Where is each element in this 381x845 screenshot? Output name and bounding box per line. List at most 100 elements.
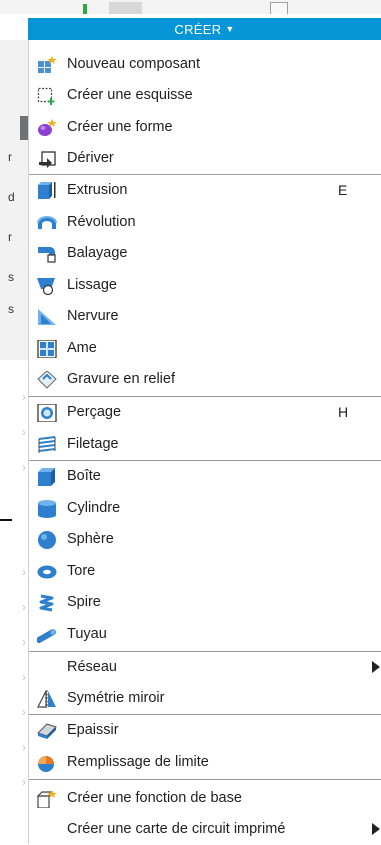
menu-item-label: Lissage (67, 277, 117, 293)
panel-text-fragment: s (8, 270, 14, 284)
menu-item-label: Créer une carte de circuit imprimé (67, 821, 286, 837)
menu-item-create-form[interactable]: Créer une forme (29, 112, 381, 143)
canvas-line-fragment (0, 519, 12, 521)
app-toolbar-fragment (0, 0, 381, 14)
derive-icon (37, 150, 57, 168)
menu-item-label: Créer une esquisse (67, 87, 193, 103)
menu-item-label: Révolution (67, 214, 136, 230)
menu-item-mirror[interactable]: Symétrie miroir (29, 683, 381, 714)
torus-icon (37, 563, 57, 581)
create-dropdown-menu: Nouveau composant Créer une esquisse Cré… (28, 40, 381, 844)
menu-item-revolve[interactable]: Révolution (29, 207, 381, 238)
box-icon (37, 468, 57, 486)
panel-tab-fragment (20, 116, 28, 140)
menu-item-label: Balayage (67, 245, 128, 261)
form-icon (37, 119, 57, 137)
menu-item-thicken[interactable]: Epaissir (29, 715, 381, 746)
menu-item-label: Nouveau composant (67, 56, 200, 72)
tree-chevron-icon: › (22, 425, 26, 439)
tree-chevron-icon: › (22, 705, 26, 719)
menu-item-create-sketch[interactable]: Créer une esquisse (29, 80, 381, 111)
menu-item-label: Tuyau (67, 626, 107, 642)
create-menu-header[interactable]: CRÉER ▼ (28, 18, 381, 40)
menu-item-label: Filetage (67, 436, 119, 452)
rib-icon (37, 308, 57, 326)
hole-icon (37, 404, 57, 422)
menu-item-hole[interactable]: Perçage H (29, 397, 381, 428)
thicken-icon (37, 722, 57, 740)
menu-item-label: Ame (67, 340, 97, 356)
menu-item-extrude[interactable]: Extrusion E (29, 175, 381, 206)
web-icon (37, 340, 57, 358)
menu-item-label: Créer une fonction de base (67, 790, 242, 806)
menu-separator (29, 779, 381, 780)
menu-item-coil[interactable]: Spire (29, 587, 381, 618)
menu-item-label: Boîte (67, 468, 101, 484)
caret-down-icon: ▼ (225, 24, 235, 34)
menu-item-label: Créer une forme (67, 119, 173, 135)
menu-item-label: Tore (67, 563, 96, 579)
tree-chevron-icon: › (22, 775, 26, 789)
base-feature-icon (37, 790, 57, 808)
menu-item-torus[interactable]: Tore (29, 556, 381, 587)
tree-chevron-icon: › (22, 460, 26, 474)
tree-chevron-icon: › (22, 565, 26, 579)
menu-item-sphere[interactable]: Sphère (29, 524, 381, 555)
menu-item-label: Extrusion (67, 182, 128, 198)
cylinder-icon (37, 500, 57, 518)
menu-item-label: Gravure en relief (67, 371, 175, 387)
menu-item-boundary-fill[interactable]: Remplissage de limite (29, 747, 381, 778)
sketch-icon (37, 87, 57, 105)
revolve-icon (37, 214, 57, 232)
menu-item-label: Nervure (67, 308, 119, 324)
panel-text-fragment: s (8, 302, 14, 316)
extrude-icon (37, 182, 57, 200)
pipe-icon (37, 626, 57, 644)
menu-item-label: Spire (67, 594, 101, 610)
panel-text-fragment: d (8, 190, 15, 204)
mirror-icon (37, 690, 57, 708)
menu-item-pipe[interactable]: Tuyau (29, 619, 381, 650)
menu-item-web[interactable]: Ame (29, 333, 381, 364)
menu-item-box[interactable]: Boîte (29, 461, 381, 492)
menu-item-loft[interactable]: Lissage (29, 270, 381, 301)
menu-item-cylinder[interactable]: Cylindre (29, 493, 381, 524)
menu-item-base-feature[interactable]: Créer une fonction de base (29, 783, 381, 814)
tree-chevron-icon: › (22, 390, 26, 404)
emboss-icon (37, 371, 57, 389)
menu-item-label: Perçage (67, 404, 122, 420)
boundary-fill-icon (37, 754, 57, 772)
menu-item-sweep[interactable]: Balayage (29, 238, 381, 269)
menu-item-derive[interactable]: Dériver (29, 143, 381, 174)
menu-item-label: Epaissir (67, 722, 119, 738)
tree-chevron-icon: › (22, 670, 26, 684)
tree-chevron-icon: › (22, 635, 26, 649)
loft-icon (37, 277, 57, 295)
tree-chevron-icon: › (22, 600, 26, 614)
menu-item-label: Réseau (67, 659, 117, 675)
submenu-arrow-icon (372, 823, 380, 835)
toolbar-fragment-tab (270, 2, 288, 14)
menu-item-emboss[interactable]: Gravure en relief (29, 364, 381, 395)
tree-chevron-icon: › (22, 740, 26, 754)
menu-item-thread[interactable]: Filetage (29, 429, 381, 460)
submenu-arrow-icon (372, 661, 380, 673)
menu-item-create-pcb[interactable]: Créer une carte de circuit imprimé (29, 814, 381, 845)
toolbar-fragment-button (109, 2, 142, 14)
menu-item-label: Cylindre (67, 500, 121, 516)
menu-item-label: Dériver (67, 150, 114, 166)
sweep-icon (37, 245, 57, 263)
sphere-icon (37, 531, 57, 549)
menu-item-pattern[interactable]: Réseau (29, 652, 381, 683)
menu-item-label: Sphère (67, 531, 114, 547)
coil-icon (37, 594, 57, 612)
menu-item-new-component[interactable]: Nouveau composant (29, 49, 381, 80)
create-menu-title: CRÉER (174, 21, 222, 37)
panel-text-fragment: r (8, 150, 12, 164)
shortcut-key: H (338, 404, 349, 420)
browser-panel-fragment: r d r s s (0, 40, 29, 360)
menu-item-rib[interactable]: Nervure (29, 301, 381, 332)
shortcut-key: E (338, 182, 348, 198)
toolbar-fragment-green (83, 4, 87, 14)
menu-item-label: Symétrie miroir (67, 690, 165, 706)
